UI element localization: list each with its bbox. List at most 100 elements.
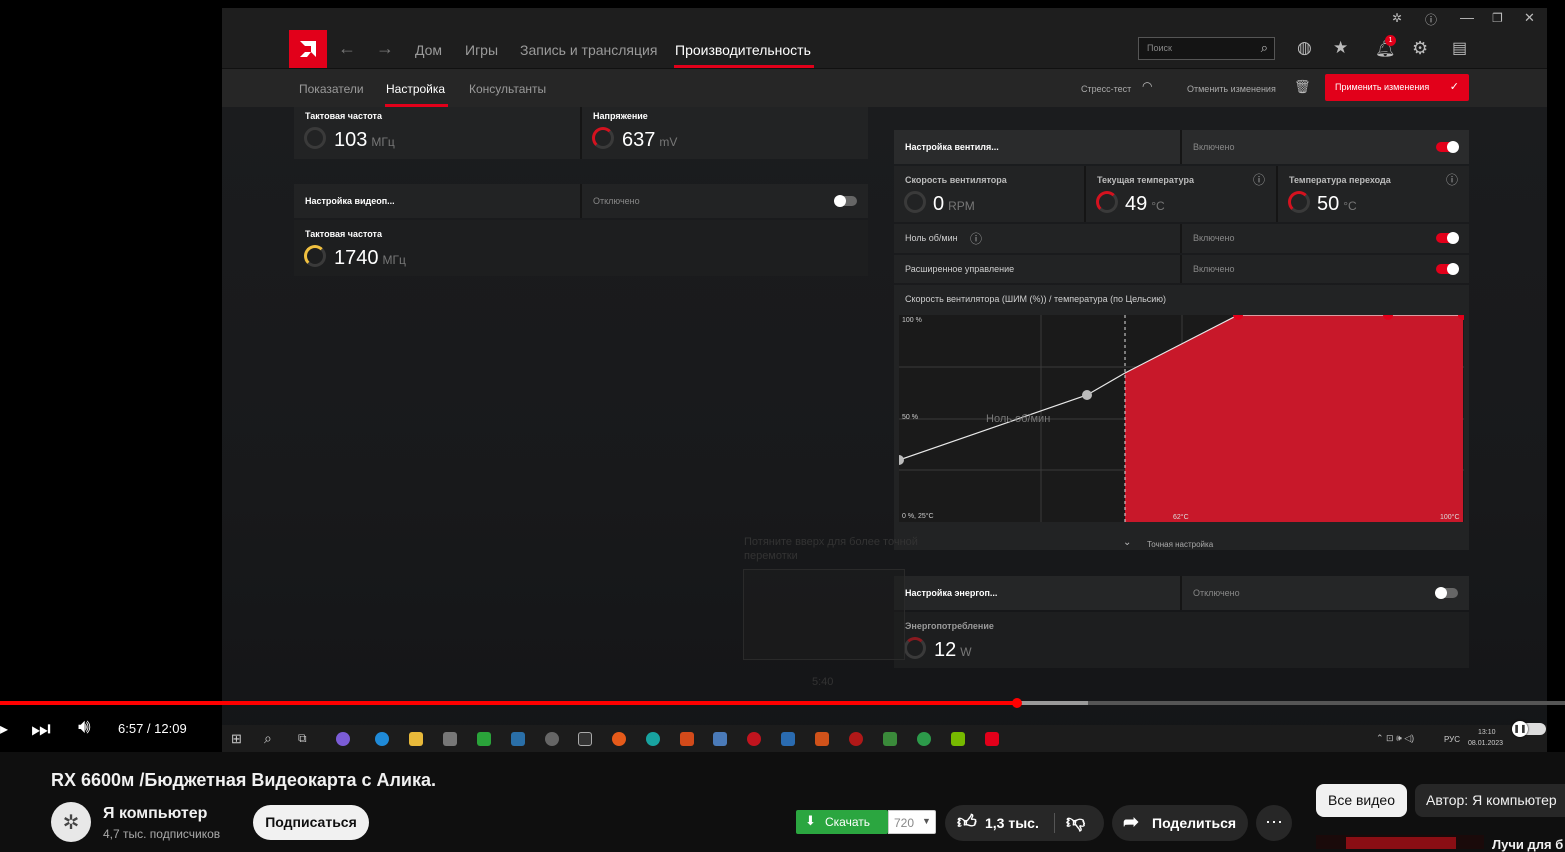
amd-taskbar-icon bbox=[985, 732, 999, 746]
download-button[interactable]: ⬇ Скачать bbox=[796, 810, 888, 834]
gpu-clock-unit: МГц bbox=[382, 253, 406, 267]
nav-home[interactable]: Дом bbox=[415, 42, 442, 58]
minimize-icon[interactable]: — bbox=[1460, 9, 1474, 25]
gpu-clock-panel: Тактовая частота 1740 МГц bbox=[294, 220, 868, 276]
clock-label: Тактовая частота bbox=[305, 111, 382, 121]
divider bbox=[1276, 166, 1278, 222]
advanced-control-status: Включено bbox=[1193, 264, 1235, 274]
download-label: Скачать bbox=[825, 815, 870, 829]
next-video-thumbnail[interactable] bbox=[1316, 835, 1484, 849]
next-video-icon[interactable]: ⏭︎ bbox=[31, 716, 51, 742]
curve-point[interactable] bbox=[1082, 390, 1092, 400]
quality-select[interactable]: 720 ▼ bbox=[888, 810, 936, 834]
fan-curve-title: Скорость вентилятора (ШИМ (%)) / темпера… bbox=[905, 294, 1167, 304]
forward-arrow-icon[interactable]: → bbox=[376, 38, 394, 59]
clock-value: 103 МГц bbox=[334, 129, 395, 152]
tab-metrics[interactable]: Показатели bbox=[299, 82, 364, 96]
nav-performance[interactable]: Производительность bbox=[675, 42, 811, 58]
notification-badge: 1 bbox=[1385, 35, 1396, 46]
autoplay-toggle[interactable]: ❚❚ bbox=[1512, 721, 1546, 737]
play-icon[interactable]: ▸ bbox=[0, 719, 8, 739]
epic-games-icon bbox=[578, 732, 592, 746]
gpu-clock-gauge-icon bbox=[304, 245, 326, 267]
like-count[interactable]: 1,3 тыс. bbox=[985, 815, 1039, 831]
power-value: 12 W bbox=[934, 639, 972, 662]
nav-record[interactable]: Запись и трансляция bbox=[520, 42, 657, 58]
apply-changes-button[interactable]: Применить изменения ✓ bbox=[1325, 74, 1469, 101]
share-button[interactable]: ➦ Поделиться bbox=[1112, 805, 1248, 841]
amd-logo[interactable] bbox=[289, 30, 327, 68]
voltage-gauge-icon bbox=[592, 127, 614, 149]
search-input[interactable]: Поиск ⌕ bbox=[1138, 37, 1275, 60]
app-icon bbox=[612, 732, 626, 746]
trash-icon[interactable]: 🗑︎ bbox=[1294, 79, 1311, 95]
app-icon bbox=[477, 732, 491, 746]
restore-icon[interactable]: ❐ bbox=[1492, 11, 1503, 25]
help-icon[interactable]: ⓘ bbox=[1446, 171, 1458, 188]
dislike-icon[interactable]: 👎︎ bbox=[1066, 811, 1085, 834]
like-icon[interactable]: 👍︎ bbox=[957, 811, 977, 834]
voltage-label: Напряжение bbox=[593, 111, 648, 121]
advanced-control-toggle[interactable] bbox=[1436, 263, 1459, 275]
xbox-icon bbox=[917, 732, 931, 746]
progress-bar-buffer bbox=[1017, 701, 1088, 705]
sidebar-panel-icon[interactable]: ▤ bbox=[1452, 38, 1467, 58]
gpu-tuning-toggle[interactable] bbox=[834, 195, 857, 207]
time-display: 6:57 / 12:09 bbox=[118, 721, 187, 736]
zero-rpm-toggle[interactable] bbox=[1436, 232, 1459, 244]
edge-icon bbox=[375, 732, 389, 746]
gpu-tuning-status: Отключено bbox=[593, 196, 640, 206]
help-icon[interactable]: ⓘ bbox=[970, 230, 982, 247]
subscribe-button[interactable]: Подписаться bbox=[253, 805, 369, 840]
video-player[interactable]: ✲ ⓘ — ❐ ✕ ← → Дом Игры Запись и трансляц… bbox=[0, 0, 1565, 752]
power-tuning-header: Настройка энергоп... Отключено bbox=[894, 576, 1469, 610]
next-video-title[interactable]: Лучи для б bbox=[1492, 837, 1563, 852]
tab-advisors[interactable]: Консультанты bbox=[469, 82, 546, 96]
settings-gear-icon[interactable]: ⚙ bbox=[1412, 38, 1428, 59]
fan-tuning-toggle[interactable] bbox=[1436, 141, 1459, 153]
current-temp-gauge-icon bbox=[1096, 191, 1118, 213]
divider bbox=[1180, 224, 1182, 253]
junction-temp-value: 50 °C bbox=[1317, 193, 1357, 216]
progress-bar-played bbox=[0, 701, 1017, 705]
input-language: РУС bbox=[1444, 735, 1461, 744]
channel-avatar[interactable]: ✲ bbox=[51, 802, 91, 842]
help-icon[interactable]: ⓘ bbox=[1253, 171, 1265, 188]
help-icon[interactable]: ⓘ bbox=[1425, 11, 1437, 28]
progress-scrubber[interactable] bbox=[1012, 698, 1022, 708]
power-number: 12 bbox=[934, 639, 957, 661]
power-tuning-toggle[interactable] bbox=[1435, 587, 1458, 599]
quality-value: 720 bbox=[894, 816, 915, 830]
fan-stats-panel: Скорость вентилятора 0 RPM Текущая темпер… bbox=[894, 166, 1469, 222]
app-icon bbox=[713, 732, 727, 746]
chevron-down-icon[interactable]: ⌄ bbox=[1123, 537, 1131, 548]
more-actions-icon[interactable]: ⋯ bbox=[1256, 805, 1292, 841]
tab-tuning[interactable]: Настройка bbox=[386, 82, 445, 96]
power-tuning-status: Отключено bbox=[1193, 588, 1240, 598]
chip-all-videos[interactable]: Все видео bbox=[1316, 784, 1407, 817]
volume-icon[interactable]: 🔊︎ bbox=[78, 716, 91, 739]
power-label: Энергопотребление bbox=[905, 621, 994, 631]
stress-test-button[interactable]: Стресс-тест bbox=[1081, 84, 1131, 94]
globe-icon[interactable]: ◍ bbox=[1297, 38, 1312, 58]
back-arrow-icon[interactable]: ← bbox=[338, 38, 356, 59]
gpu-clock-number: 1740 bbox=[334, 247, 379, 269]
check-icon: ✓ bbox=[1449, 81, 1459, 93]
bug-report-icon[interactable]: ✲ bbox=[1392, 11, 1402, 25]
zero-rpm-label: Ноль об/мин bbox=[905, 233, 958, 243]
close-icon[interactable]: ✕ bbox=[1524, 10, 1535, 26]
curve-point[interactable] bbox=[899, 455, 904, 465]
nav-games[interactable]: Игры bbox=[465, 42, 498, 58]
fine-tune-button[interactable]: Точная настройка bbox=[1147, 540, 1213, 549]
advanced-control-row: Расширенное управление Включено bbox=[894, 255, 1469, 283]
divider bbox=[1180, 255, 1182, 283]
clock-unit: МГц bbox=[371, 135, 395, 149]
channel-name[interactable]: Я компьютер bbox=[103, 805, 207, 823]
like-dislike-group: 👍︎ 1,3 тыс. 👎︎ bbox=[945, 805, 1104, 841]
fan-speed-number: 0 bbox=[933, 193, 945, 215]
star-icon[interactable]: ★ bbox=[1333, 38, 1348, 58]
fan-curve-panel: Скорость вентилятора (ШИМ (%)) / темпера… bbox=[894, 285, 1469, 550]
chip-by-author[interactable]: Автор: Я компьютер bbox=[1415, 784, 1565, 817]
discard-button[interactable]: Отменить изменения bbox=[1187, 84, 1276, 94]
fan-curve-chart[interactable]: 100 % 50 % 0 %, 25°C 62°C 100°C Ноль об/… bbox=[899, 315, 1464, 522]
